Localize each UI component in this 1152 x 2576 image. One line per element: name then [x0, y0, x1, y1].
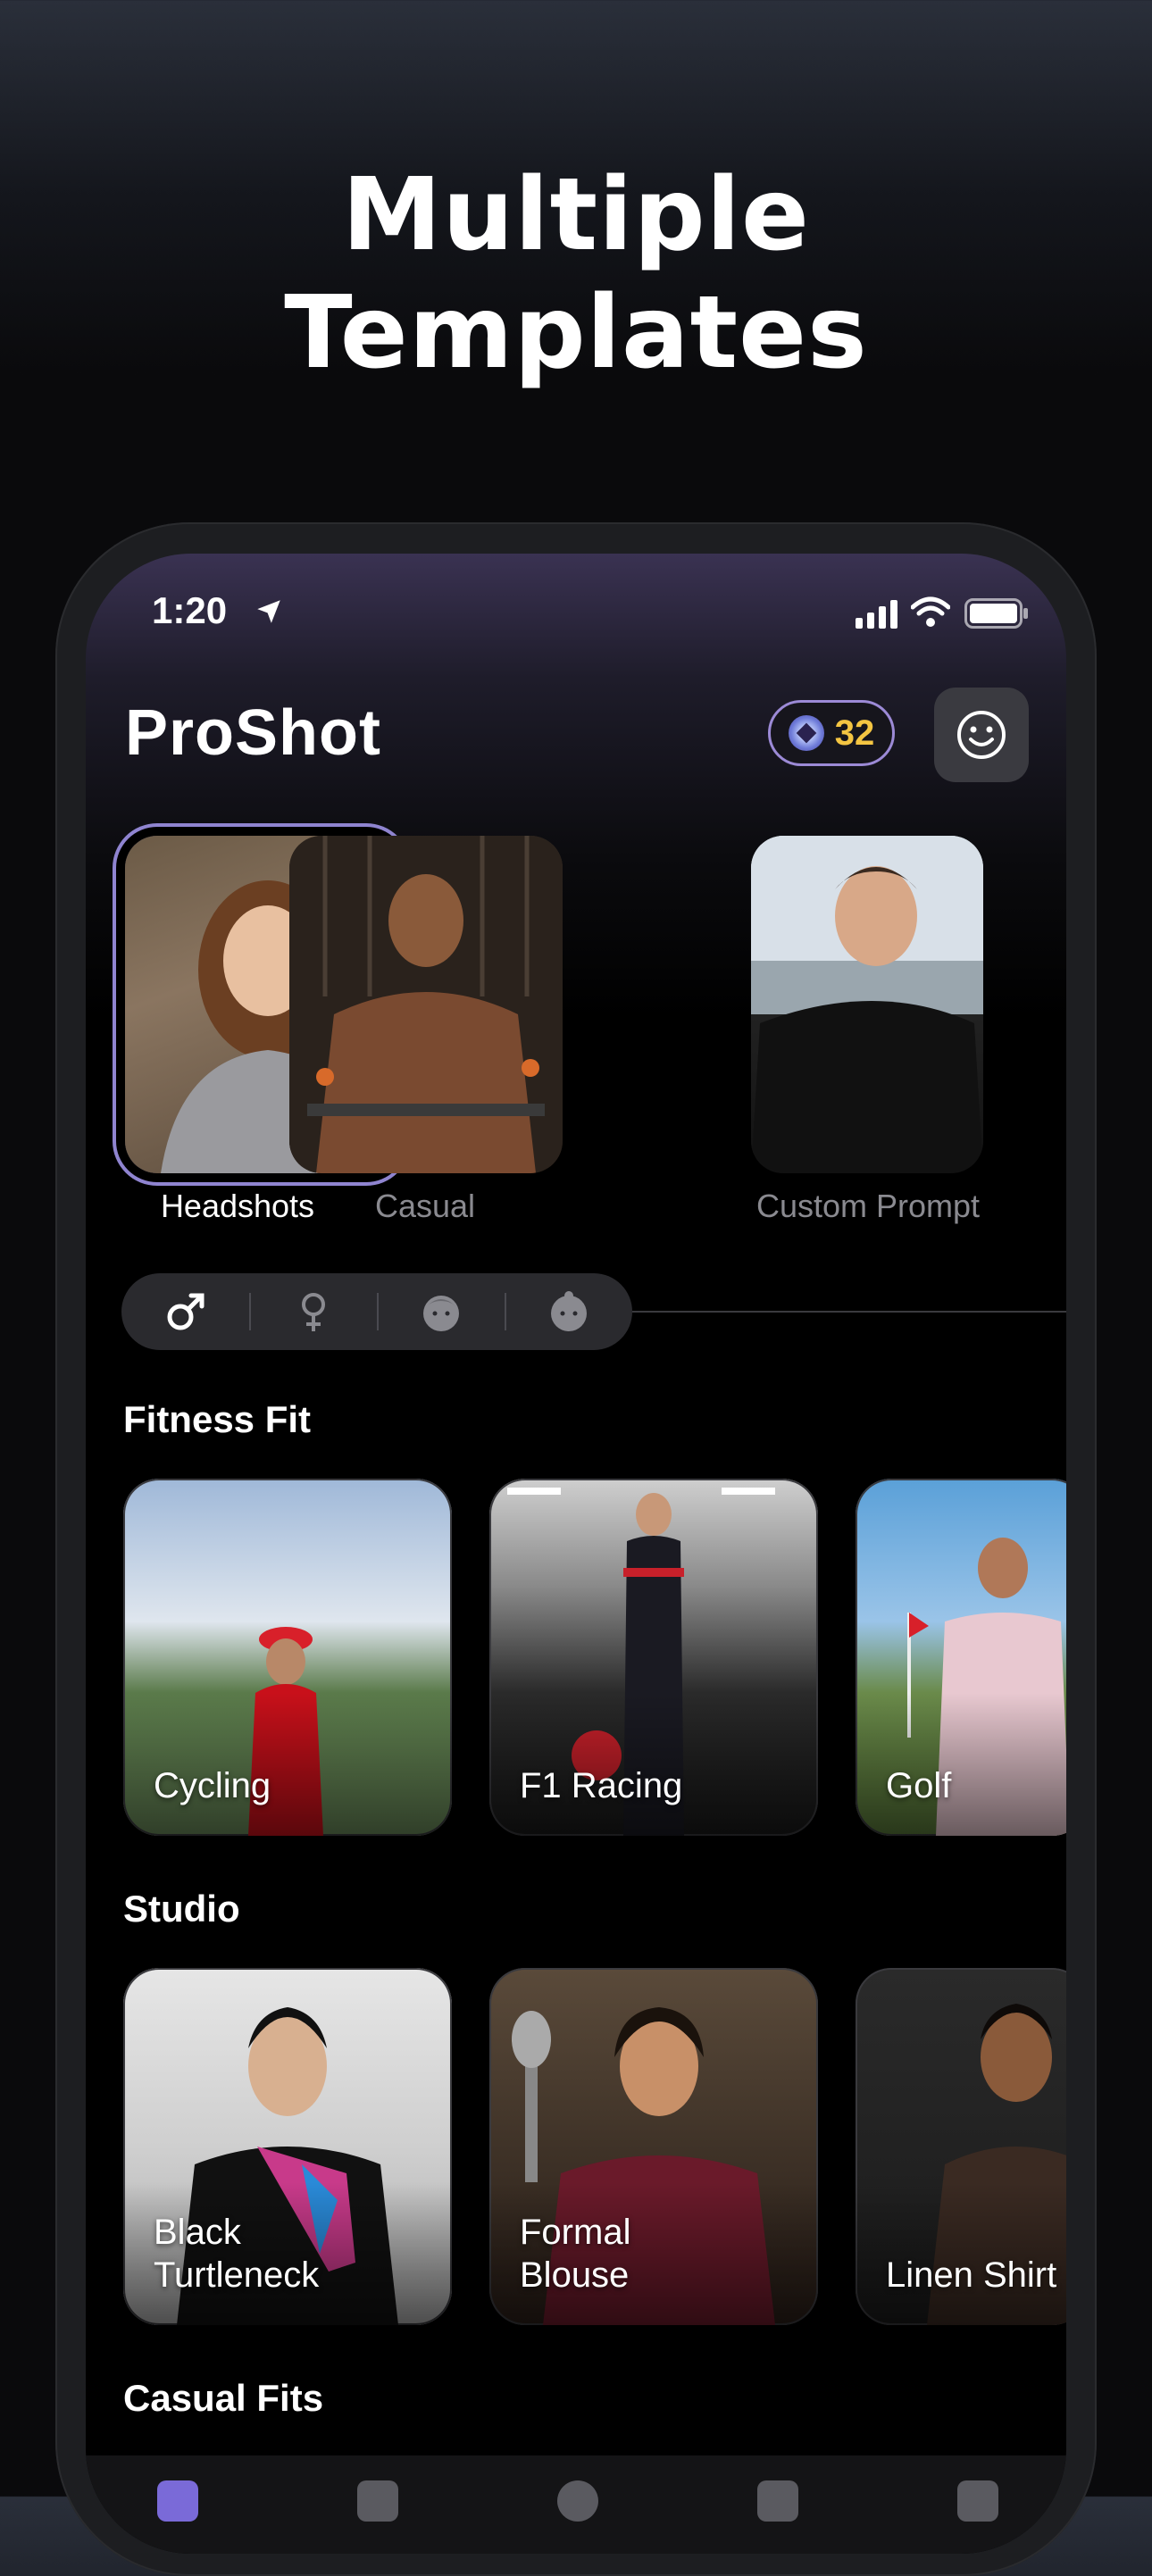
card-label: Linen Shirt — [886, 2255, 1057, 2295]
section-title-fitness: Fitness Fit — [123, 1398, 312, 1440]
template-card-custom-prompt[interactable] — [751, 836, 983, 1173]
warrior-photo — [289, 836, 563, 1173]
credits-count: 32 — [834, 713, 875, 753]
card-black-turtleneck[interactable]: Black Turtleneck — [123, 1968, 452, 2325]
gender-filter — [121, 1273, 632, 1350]
hero-title: Multiple Templates — [0, 156, 1152, 392]
filter-divider-line — [632, 1311, 1066, 1313]
gender-option-male[interactable] — [121, 1273, 249, 1350]
template-card-casual[interactable] — [289, 836, 563, 1173]
profile-button[interactable] — [934, 688, 1029, 782]
gender-option-girl[interactable] — [505, 1273, 632, 1350]
female-icon — [301, 1293, 325, 1331]
status-time: 1:20 — [152, 589, 228, 631]
cellular-signal-icon — [856, 600, 897, 629]
card-label: Black Turtleneck — [154, 2213, 320, 2295]
section-title-casual-fits: Casual Fits — [123, 2377, 324, 2419]
tab-home-icon[interactable] — [157, 2480, 198, 2522]
card-linen-shirt[interactable]: Linen Shirt — [856, 1968, 1066, 2325]
man-portrait-photo — [751, 836, 983, 1173]
battery-icon — [964, 598, 1028, 629]
hero-title-line2: Templates — [284, 275, 868, 391]
card-label: F1 Racing — [520, 1766, 683, 1805]
card-cycling[interactable]: Cycling — [123, 1479, 452, 1836]
template-label-custom-prompt: Custom Prompt — [755, 1188, 981, 1224]
credits-badge[interactable]: 32 — [768, 700, 895, 766]
template-label-casual: Casual — [374, 1188, 476, 1224]
section-title-studio: Studio — [123, 1888, 240, 1930]
girl-icon — [550, 1291, 587, 1331]
tab-create-icon[interactable] — [557, 2480, 598, 2522]
card-golf[interactable]: Golf — [856, 1479, 1066, 1836]
card-label: Cycling — [154, 1766, 271, 1805]
card-formal-blouse[interactable]: Formal Blouse — [489, 1968, 818, 2325]
gender-option-female[interactable] — [249, 1273, 377, 1350]
tab-explore-icon[interactable] — [357, 2480, 398, 2522]
male-icon — [167, 1293, 204, 1330]
tab-bar — [86, 2455, 1066, 2554]
hero-title-line1: Multiple — [341, 157, 811, 273]
tab-settings-icon[interactable] — [957, 2480, 998, 2522]
boy-icon — [422, 1296, 459, 1331]
smiley-icon — [957, 711, 1006, 759]
card-f1-racing[interactable]: F1 Racing — [489, 1479, 818, 1836]
gender-option-boy[interactable] — [377, 1273, 505, 1350]
credit-coin-icon — [788, 715, 824, 751]
wifi-icon — [911, 596, 950, 627]
tab-gallery-icon[interactable] — [757, 2480, 798, 2522]
card-label: Formal Blouse — [520, 2213, 631, 2295]
card-label: Golf — [886, 1766, 952, 1805]
app-title: ProShot — [125, 697, 381, 769]
location-arrow-icon — [257, 600, 280, 623]
app-screen: 1:20 ProShot 32 Headshots Casual Custom … — [86, 554, 1066, 2554]
